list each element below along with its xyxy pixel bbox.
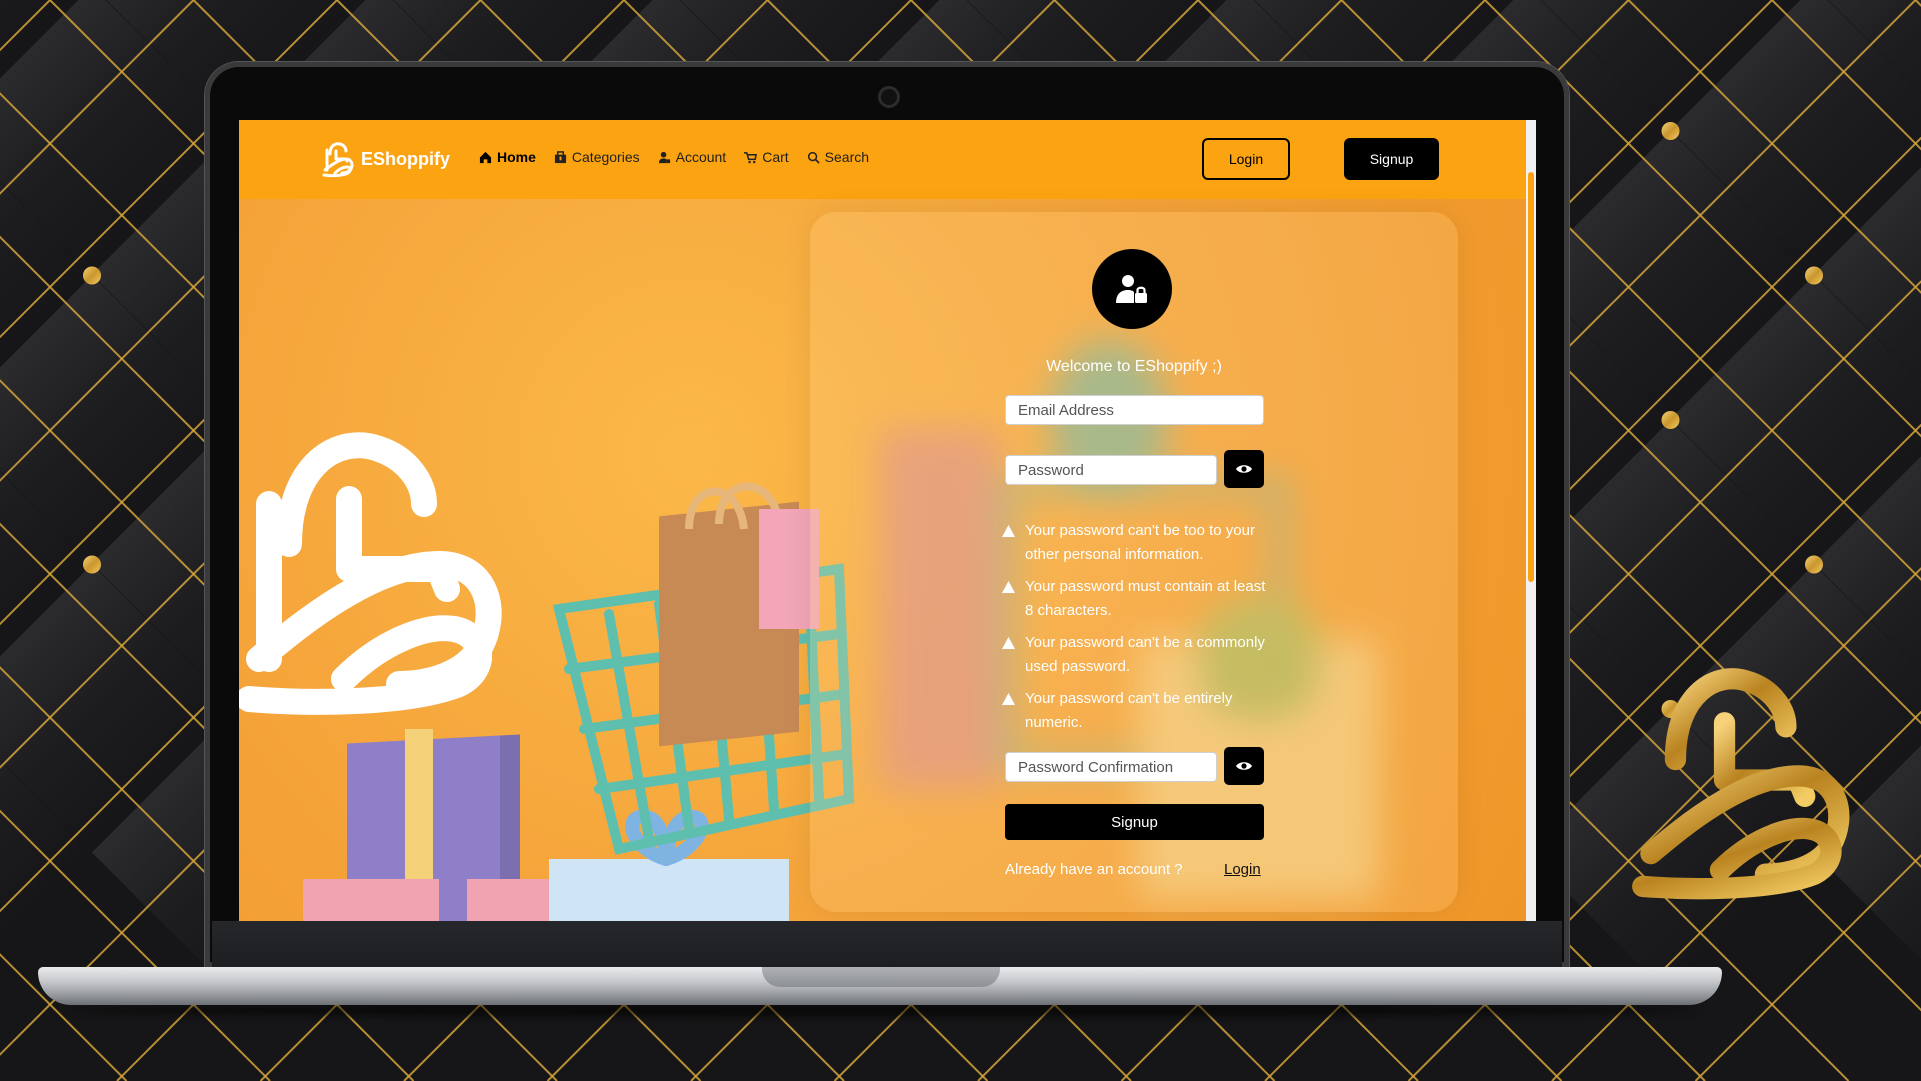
search-icon xyxy=(807,151,820,164)
laptop-bezel-bottom xyxy=(212,921,1562,967)
email-placeholder: Email Address xyxy=(1018,401,1114,419)
user-icon xyxy=(658,151,670,163)
signup-button[interactable]: Signup xyxy=(1344,138,1439,180)
password-rule: Your password can't be a commonly used p… xyxy=(1002,631,1272,679)
gold-stud xyxy=(1805,555,1823,574)
password-rule-text: Your password can't be entirely numeric. xyxy=(1025,690,1233,731)
email-field[interactable]: Email Address xyxy=(1005,395,1264,425)
nav-search[interactable]: Search xyxy=(807,149,869,165)
page-scrollbar[interactable] xyxy=(1526,120,1536,921)
gold-stud xyxy=(1661,411,1680,429)
warning-triangle-icon xyxy=(1002,581,1015,593)
password-placeholder: Password xyxy=(1018,461,1084,479)
scrollbar-thumb[interactable] xyxy=(1528,172,1534,582)
nav-home[interactable]: Home xyxy=(479,149,536,165)
warning-triangle-icon xyxy=(1002,525,1015,537)
signup-submit-button[interactable]: Signup xyxy=(1005,804,1264,840)
brand-logo-large-icon xyxy=(239,432,502,715)
login-link[interactable]: Login xyxy=(1224,861,1261,878)
nav-links: Home Categories Account Cart Search xyxy=(479,149,869,165)
nav-cart[interactable]: Cart xyxy=(744,149,789,165)
browser-viewport: EShoppify Home Categories Account Cart S… xyxy=(239,120,1536,921)
nav-cart-label: Cart xyxy=(762,149,789,165)
nav-search-label: Search xyxy=(824,149,870,165)
login-button[interactable]: Login xyxy=(1202,138,1290,180)
password-rule-text: Your password must contain at least 8 ch… xyxy=(1025,578,1266,619)
top-navbar: EShoppify Home Categories Account Cart S… xyxy=(239,120,1536,199)
toggle-password-confirmation-visibility-button[interactable] xyxy=(1224,747,1264,785)
gold-stud xyxy=(1661,122,1680,140)
gold-stud xyxy=(1805,266,1823,285)
nav-account-label: Account xyxy=(675,149,727,165)
password-field[interactable]: Password xyxy=(1005,455,1217,485)
warning-triangle-icon xyxy=(1002,637,1015,649)
user-lock-icon xyxy=(1116,275,1147,303)
password-rule: Your password must contain at least 8 ch… xyxy=(1002,575,1272,623)
welcome-heading: Welcome to EShoppify ;) xyxy=(1046,358,1222,375)
nav-account[interactable]: Account xyxy=(658,149,727,165)
gold-stud xyxy=(83,266,101,285)
brand[interactable]: EShoppify xyxy=(321,140,450,178)
gift-box-pink xyxy=(303,879,561,921)
password-confirmation-placeholder: Password Confirmation xyxy=(1018,758,1174,776)
toggle-password-visibility-button[interactable] xyxy=(1224,450,1264,488)
warning-triangle-icon xyxy=(1002,693,1015,705)
eye-icon xyxy=(1236,465,1252,473)
password-rules-list: Your password can't be too to your other… xyxy=(1002,519,1272,743)
gold-stud xyxy=(83,555,101,574)
webcam xyxy=(878,86,900,108)
nav-categories[interactable]: Categories xyxy=(554,149,640,165)
password-rule: Your password can't be entirely numeric. xyxy=(1002,687,1272,735)
home-icon xyxy=(479,151,492,163)
eye-icon xyxy=(1236,762,1252,770)
laptop-shadow xyxy=(60,1003,1700,1017)
password-rule-text: Your password can't be a commonly used p… xyxy=(1025,634,1265,675)
laptop-notch xyxy=(762,967,1000,987)
brand-logo-gold-icon xyxy=(1632,668,1850,900)
shopping-bag-logo-icon xyxy=(322,142,354,178)
password-rule-text: Your password can't be too to your other… xyxy=(1025,522,1255,563)
category-box-icon xyxy=(554,150,566,163)
gift-ribbon-pink-box xyxy=(439,879,467,921)
already-have-account-text: Already have an account ? xyxy=(1005,861,1183,878)
brand-name: EShoppify xyxy=(361,148,450,169)
user-lock-avatar xyxy=(1092,249,1172,329)
cart-icon xyxy=(744,151,758,163)
password-rule: Your password can't be too to your other… xyxy=(1002,519,1272,567)
nav-home-label: Home xyxy=(497,149,536,165)
nav-categories-label: Categories xyxy=(571,149,640,165)
password-confirmation-field[interactable]: Password Confirmation xyxy=(1005,752,1217,782)
